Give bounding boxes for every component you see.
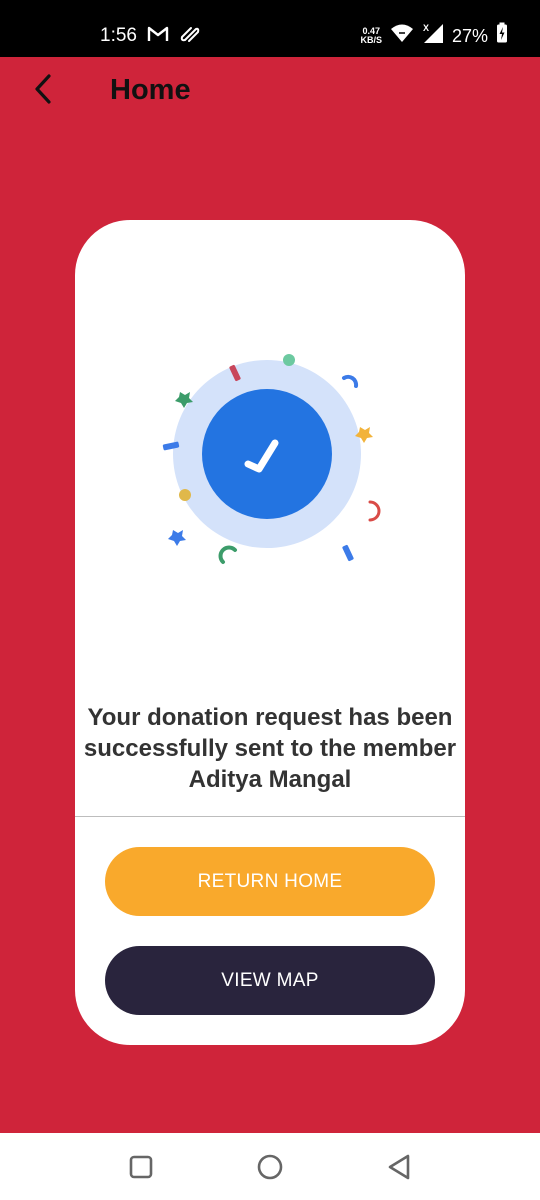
sync-icon <box>179 25 201 48</box>
confetti-dot-green <box>283 354 295 366</box>
success-check-illustration <box>162 354 381 564</box>
back-nav-button[interactable] <box>385 1153 413 1181</box>
back-arrow-icon <box>35 74 51 104</box>
status-left-icons <box>147 25 201 48</box>
success-card: Your donation request has been successfu… <box>75 220 465 1045</box>
confetti-bar-blue-right <box>342 544 354 562</box>
success-message: Your donation request has been successfu… <box>83 704 457 793</box>
status-right-icons: 0.47 KB/S X 27% <box>360 22 508 49</box>
system-nav-bar <box>0 1133 540 1200</box>
back-button[interactable] <box>25 71 61 107</box>
battery-percent: 27% <box>451 25 488 46</box>
divider <box>75 816 465 817</box>
return-home-button[interactable]: RETURN HOME <box>105 847 435 916</box>
page-title: Home <box>110 74 191 106</box>
status-bar: 1:56 0.47 KB/S X 27% <box>0 0 540 57</box>
svg-text:X: X <box>423 23 429 33</box>
status-time: 1:56 <box>100 25 137 46</box>
battery-charging-icon <box>496 22 508 49</box>
gmail-icon <box>147 26 169 47</box>
confetti-dot-yellow <box>179 489 191 501</box>
confetti-star-blue <box>168 530 186 546</box>
confetti-arc-green <box>218 545 237 564</box>
app-bar: Home <box>0 57 540 127</box>
confetti-arc-blue <box>342 374 359 388</box>
back-triangle-icon <box>388 1154 410 1180</box>
net-speed-unit: KB/S <box>360 34 382 45</box>
net-speed: 0.47 KB/S <box>360 26 382 45</box>
cell-signal-icon: X <box>422 22 444 49</box>
home-icon <box>257 1154 283 1180</box>
confetti-arc-red <box>368 500 381 522</box>
home-button[interactable] <box>256 1153 284 1181</box>
recent-apps-button[interactable] <box>127 1153 155 1181</box>
wifi-icon <box>390 23 414 48</box>
recent-apps-icon <box>129 1155 153 1179</box>
view-map-button[interactable]: VIEW MAP <box>105 946 435 1015</box>
